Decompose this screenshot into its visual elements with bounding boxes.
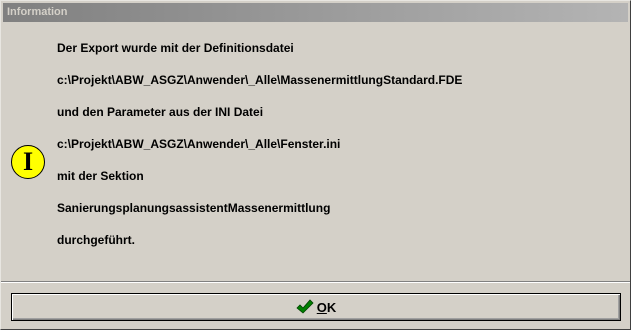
ok-label-rest: K (326, 299, 337, 315)
message-line: SanierungsplanungsassistentMassenermittl… (57, 201, 331, 215)
message-line: c:\Projekt\ABW_ASGZ\Anwender\_Alle\Masse… (57, 73, 463, 87)
information-icon-glyph: I (22, 147, 34, 176)
message-line: durchgeführt. (57, 233, 135, 247)
checkmark-icon (296, 299, 314, 314)
message-line: Der Export wurde mit der Definitionsdate… (57, 41, 294, 55)
window-title: Information (7, 6, 68, 18)
ok-button-label: OK (317, 300, 337, 315)
ok-mnemonic: O (316, 299, 327, 315)
ok-button[interactable]: OK (11, 293, 621, 321)
information-dialog: Information I Der Export wurde mit der D… (0, 0, 631, 330)
message-line: c:\Projekt\ABW_ASGZ\Anwender\_Alle\Fenst… (57, 137, 341, 151)
separator (1, 281, 630, 283)
title-bar[interactable]: Information (3, 3, 628, 22)
message-line: und den Parameter aus der INI Datei (57, 105, 264, 119)
information-icon: I (11, 145, 45, 179)
message-line: mit der Sektion (57, 169, 144, 183)
